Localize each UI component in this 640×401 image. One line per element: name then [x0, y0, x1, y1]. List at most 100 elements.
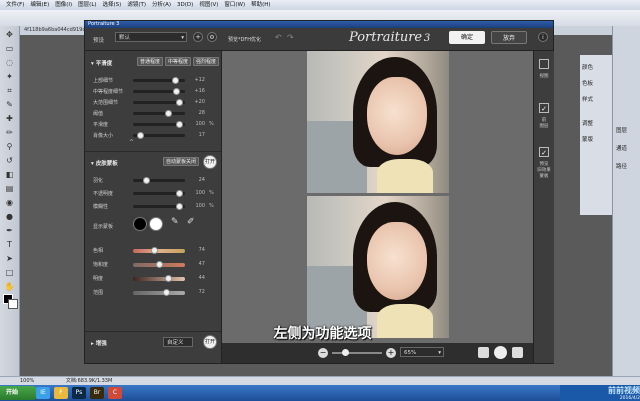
start-button[interactable]: 开始 — [0, 386, 38, 400]
mask-black-swatch[interactable] — [133, 217, 147, 231]
menu-item[interactable]: 选择(S) — [103, 0, 122, 10]
slider-knob[interactable] — [176, 203, 184, 210]
path-select-icon[interactable]: ➤ — [4, 253, 15, 264]
taskbar-app-photoshop[interactable]: Ps — [72, 387, 86, 399]
slider-knob[interactable] — [176, 121, 184, 128]
mask-open-button[interactable]: 打开 — [203, 155, 217, 169]
preset-settings-icon[interactable]: ⚙ — [207, 32, 217, 42]
slider-track[interactable] — [133, 112, 185, 115]
taskbar-app-bridge[interactable]: Br — [90, 387, 104, 399]
eyedropper-plus-icon[interactable]: ✐ — [187, 217, 195, 227]
menu-item[interactable]: 视图(V) — [199, 0, 218, 10]
hand-tool-icon[interactable]: ✋ — [4, 281, 15, 292]
panel-item-7[interactable]: 通道 — [616, 144, 627, 152]
slider-knob[interactable] — [164, 110, 172, 117]
panel-item-6[interactable]: 图层 — [616, 126, 627, 134]
mask-header[interactable]: ▾ 皮肤蒙板 — [91, 159, 118, 167]
slider-knob[interactable] — [142, 177, 150, 184]
menu-item[interactable]: 分析(A) — [152, 0, 171, 10]
panel-item-5[interactable]: 蒙版 — [582, 135, 593, 143]
taskbar-app-ie[interactable]: IE — [36, 387, 50, 399]
preset-select[interactable]: 默认 ▾ — [115, 32, 187, 42]
slider-knob[interactable] — [173, 88, 181, 95]
taskbar-app-folder[interactable]: F — [54, 387, 68, 399]
ok-button[interactable]: 确定 — [449, 31, 485, 44]
enhance-select[interactable]: 自定义 — [163, 337, 193, 347]
preset-medium-button[interactable]: 中等程度 — [165, 57, 191, 66]
shape-tool-icon[interactable]: □ — [4, 267, 15, 278]
mask-white-swatch[interactable] — [149, 217, 163, 231]
healing-brush-icon[interactable]: ✚ — [4, 113, 15, 124]
panel-item-4[interactable]: 调整 — [582, 119, 593, 127]
zoom-slider-knob[interactable] — [342, 349, 349, 356]
move-tool-icon[interactable]: ✥ — [4, 29, 15, 40]
enhance-open-button[interactable]: 打开 — [203, 335, 217, 349]
slider-knob[interactable] — [164, 275, 172, 282]
slider-knob[interactable] — [137, 132, 145, 139]
menu-item[interactable]: 3D(D) — [177, 0, 193, 10]
checkbox-mask-preview[interactable]: ✓ — [539, 147, 549, 157]
preset-normal-button[interactable]: 普通程度 — [137, 57, 163, 66]
slider-track[interactable] — [133, 249, 185, 253]
panel-item-3[interactable]: 样式 — [582, 95, 593, 103]
split-vertical-icon[interactable] — [512, 347, 523, 358]
panel-item-8[interactable]: 路径 — [616, 162, 627, 170]
preview-area[interactable] — [222, 51, 553, 363]
clone-stamp-icon[interactable]: ⚲ — [4, 141, 15, 152]
slider-track[interactable] — [133, 277, 185, 281]
add-preset-icon[interactable]: + — [193, 32, 203, 42]
menu-item[interactable]: 滤镜(T) — [127, 0, 146, 10]
crop-tool-icon[interactable]: ⌗ — [4, 85, 15, 96]
slider-knob[interactable] — [155, 261, 163, 268]
blur-tool-icon[interactable]: ◉ — [4, 197, 15, 208]
preview-after-image — [307, 196, 449, 338]
panel-item-1[interactable]: 颜色 — [582, 63, 593, 71]
plugin-toolbar: 预设 默认 ▾ + ⚙ 预览*DFH优化 ↶ ↷ Portraiture 3 确… — [85, 28, 553, 51]
eyedropper-icon[interactable]: ✎ — [171, 217, 179, 227]
marquee-tool-icon[interactable]: ▭ — [4, 43, 15, 54]
type-tool-icon[interactable]: T — [4, 239, 15, 250]
menu-item[interactable]: 文件(F) — [6, 0, 24, 10]
menu-item[interactable]: 窗口(W) — [224, 0, 245, 10]
preset-strong-button[interactable]: 强烈程度 — [193, 57, 219, 66]
info-icon[interactable]: i — [538, 32, 548, 42]
lasso-tool-icon[interactable]: ◌ — [4, 57, 15, 68]
slider-track[interactable] — [133, 179, 185, 182]
slider-knob[interactable] — [176, 190, 184, 197]
slider-row: 饱和度 47 — [85, 259, 221, 269]
taskbar-app-chrome[interactable]: C — [108, 387, 122, 399]
dodge-tool-icon[interactable]: ● — [4, 211, 15, 222]
gradient-tool-icon[interactable]: ▤ — [4, 183, 15, 194]
pen-tool-icon[interactable]: ✒ — [4, 225, 15, 236]
slider-knob[interactable] — [176, 99, 184, 106]
zoom-select[interactable]: 65% ▾ — [400, 347, 444, 357]
show-mask-label: 显示蒙板 — [93, 224, 114, 230]
menu-item[interactable]: 图像(I) — [55, 0, 72, 10]
auto-mask-button[interactable]: 自动蒙板关闭 — [163, 157, 199, 166]
undo-icon[interactable]: ↶ — [275, 33, 282, 42]
smoothing-header[interactable]: ▾ 平滑度 — [91, 59, 112, 67]
zoom-out-icon[interactable]: − — [318, 348, 328, 358]
cancel-button[interactable]: 放弃 — [491, 31, 527, 44]
menu-item[interactable]: 帮助(H) — [251, 0, 270, 10]
slider-track[interactable] — [133, 291, 185, 295]
menu-item[interactable]: 编辑(E) — [30, 0, 49, 10]
eraser-icon[interactable]: ◧ — [4, 169, 15, 180]
menu-item[interactable]: 图层(L) — [78, 0, 96, 10]
zoom-slider[interactable] — [332, 352, 382, 354]
enhance-header[interactable]: ▸ 增强 — [91, 339, 107, 347]
background-color-swatch[interactable] — [8, 299, 18, 309]
eyedropper-icon[interactable]: ✎ — [4, 99, 15, 110]
redo-icon[interactable]: ↷ — [287, 33, 294, 42]
split-horizontal-icon[interactable] — [494, 346, 507, 359]
single-view-icon[interactable] — [478, 347, 489, 358]
slider-knob[interactable] — [172, 77, 180, 84]
zoom-in-icon[interactable]: + — [386, 348, 396, 358]
view-mode-box[interactable] — [539, 59, 549, 69]
brush-tool-icon[interactable]: ✏ — [4, 127, 15, 138]
magic-wand-icon[interactable]: ✦ — [4, 71, 15, 82]
checkbox-before[interactable]: ✓ — [539, 103, 549, 113]
slider-label: 中等程度细节 — [93, 89, 124, 95]
panel-item-2[interactable]: 色板 — [582, 79, 593, 87]
history-brush-icon[interactable]: ↺ — [4, 155, 15, 166]
